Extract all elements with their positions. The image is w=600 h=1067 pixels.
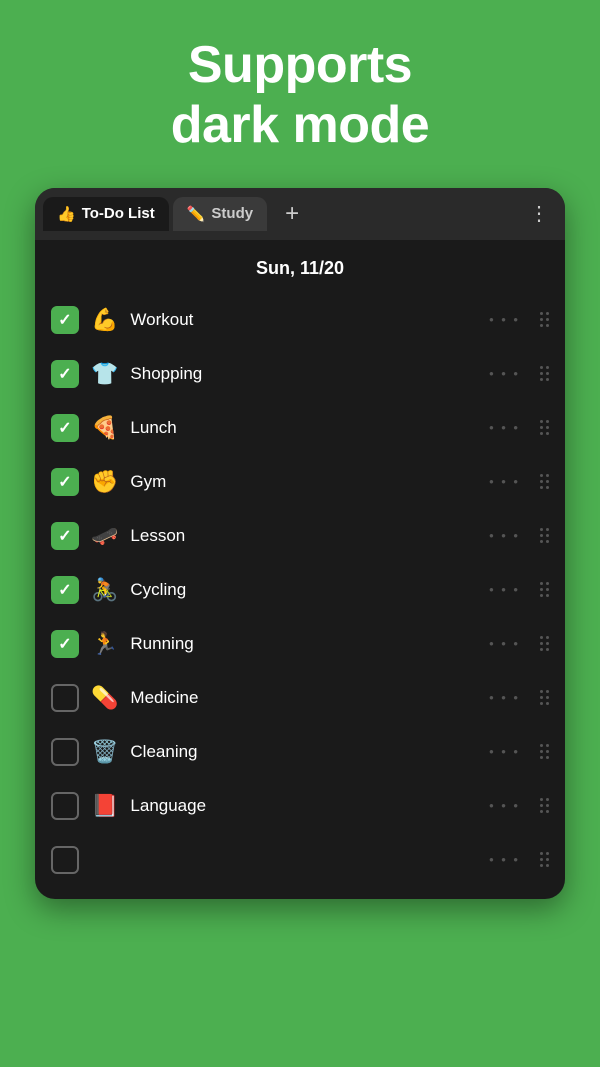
task-drag-handle[interactable] xyxy=(540,744,549,759)
task-label: Shopping xyxy=(130,364,477,384)
task-drag-handle[interactable] xyxy=(540,528,549,543)
task-options-dots[interactable]: • • • xyxy=(489,528,520,543)
task-options-dots[interactable]: • • • xyxy=(489,690,520,705)
task-label: Cycling xyxy=(130,580,477,600)
task-options-dots[interactable]: • • • xyxy=(489,366,520,381)
task-label: Language xyxy=(130,796,477,816)
task-emoji: 📕 xyxy=(91,793,118,819)
task-options-dots[interactable]: • • • xyxy=(489,582,520,597)
task-options-dots[interactable]: • • • xyxy=(489,312,520,327)
task-checkbox[interactable] xyxy=(51,792,79,820)
task-emoji: 🏃 xyxy=(91,631,118,657)
task-item: ✓ ✊ Gym • • • xyxy=(35,455,565,509)
task-options-dots[interactable]: • • • xyxy=(489,636,520,651)
task-item: ✓ 🚴 Cycling • • • xyxy=(35,563,565,617)
task-drag-handle[interactable] xyxy=(540,636,549,651)
checkmark-icon: ✓ xyxy=(58,634,71,654)
task-label: Running xyxy=(130,634,477,654)
task-checkbox[interactable]: ✓ xyxy=(51,306,79,334)
task-item: ✓ 🛹 Lesson • • • xyxy=(35,509,565,563)
task-checkbox[interactable] xyxy=(51,846,79,874)
task-emoji: 👕 xyxy=(91,361,118,387)
task-options-dots[interactable]: • • • xyxy=(489,474,520,489)
task-label: Lunch xyxy=(130,418,477,438)
checkmark-icon: ✓ xyxy=(58,418,71,438)
tab-study-label: Study xyxy=(211,205,253,222)
task-item: 📕 Language • • • xyxy=(35,779,565,833)
tab-todo-emoji: 👍 xyxy=(57,205,76,223)
date-header: Sun, 11/20 xyxy=(35,240,565,289)
task-emoji: 💪 xyxy=(91,307,118,333)
more-menu-button[interactable]: ⋮ xyxy=(521,197,557,230)
task-options-dots[interactable]: • • • xyxy=(489,852,520,867)
checkmark-icon: ✓ xyxy=(58,364,71,384)
add-tab-button[interactable]: + xyxy=(275,196,309,232)
task-item: 🗑️ Cleaning • • • xyxy=(35,725,565,779)
task-options-dots[interactable]: • • • xyxy=(489,420,520,435)
task-item: ✓ 🏃 Running • • • xyxy=(35,617,565,671)
task-checkbox[interactable]: ✓ xyxy=(51,360,79,388)
task-checkbox[interactable]: ✓ xyxy=(51,576,79,604)
task-checkbox[interactable]: ✓ xyxy=(51,468,79,496)
task-item: ✓ 👕 Shopping • • • xyxy=(35,347,565,401)
checkmark-icon: ✓ xyxy=(58,580,71,600)
task-drag-handle[interactable] xyxy=(540,312,549,327)
task-label: Workout xyxy=(130,310,477,330)
tab-todo[interactable]: 👍 To-Do List xyxy=(43,197,169,231)
task-label: Cleaning xyxy=(130,742,477,762)
task-item: ✓ 💪 Workout • • • xyxy=(35,293,565,347)
task-item: ✓ 🍕 Lunch • • • xyxy=(35,401,565,455)
task-options-dots[interactable]: • • • xyxy=(489,744,520,759)
task-checkbox[interactable] xyxy=(51,684,79,712)
task-emoji: ✊ xyxy=(91,469,118,495)
task-drag-handle[interactable] xyxy=(540,582,549,597)
task-checkbox[interactable] xyxy=(51,738,79,766)
task-list: ✓ 💪 Workout • • • ✓ 👕 Shopping • • • ✓ 🍕 Lunch • … xyxy=(35,289,565,899)
task-label: Lesson xyxy=(130,526,477,546)
task-emoji: 🛹 xyxy=(91,523,118,549)
task-options-dots[interactable]: • • • xyxy=(489,798,520,813)
task-emoji: 🗑️ xyxy=(91,739,118,765)
task-item: 💊 Medicine • • • xyxy=(35,671,565,725)
tab-study[interactable]: ✏️ Study xyxy=(173,197,267,231)
task-label: Gym xyxy=(130,472,477,492)
task-checkbox[interactable]: ✓ xyxy=(51,630,79,658)
task-emoji: 🚴 xyxy=(91,577,118,603)
task-drag-handle[interactable] xyxy=(540,420,549,435)
app-card: 👍 To-Do List ✏️ Study + ⋮ Sun, 11/20 ✓ 💪 W… xyxy=(35,188,565,899)
task-drag-handle[interactable] xyxy=(540,852,549,867)
task-emoji: 💊 xyxy=(91,685,118,711)
task-drag-handle[interactable] xyxy=(540,798,549,813)
header-section: Supports dark mode xyxy=(171,0,429,156)
task-item: • • • xyxy=(35,833,565,887)
task-checkbox[interactable]: ✓ xyxy=(51,522,79,550)
checkmark-icon: ✓ xyxy=(58,310,71,330)
header-title: Supports dark mode xyxy=(171,36,429,156)
tab-study-emoji: ✏️ xyxy=(187,205,206,223)
task-drag-handle[interactable] xyxy=(540,474,549,489)
task-checkbox[interactable]: ✓ xyxy=(51,414,79,442)
task-label: Medicine xyxy=(130,688,477,708)
tab-bar: 👍 To-Do List ✏️ Study + ⋮ xyxy=(35,188,565,240)
task-drag-handle[interactable] xyxy=(540,366,549,381)
checkmark-icon: ✓ xyxy=(58,472,71,492)
tab-todo-label: To-Do List xyxy=(82,205,155,222)
task-emoji: 🍕 xyxy=(91,415,118,441)
checkmark-icon: ✓ xyxy=(58,526,71,546)
task-drag-handle[interactable] xyxy=(540,690,549,705)
